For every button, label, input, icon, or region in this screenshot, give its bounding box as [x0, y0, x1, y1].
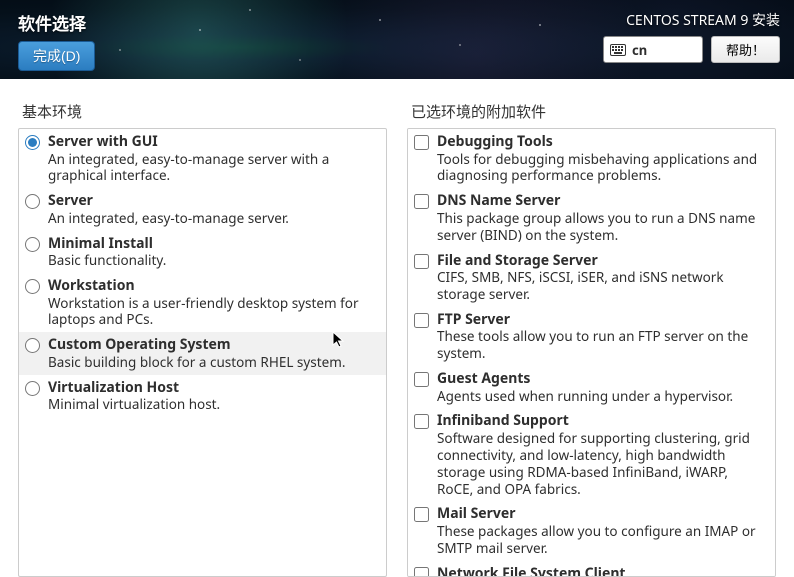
- env-option-desc: An integrated, easy-to-manage server.: [48, 210, 378, 227]
- addon-option[interactable]: DNS Name ServerThis package group allows…: [408, 188, 775, 247]
- addon-option-desc: Tools for debugging misbehaving applicat…: [437, 151, 767, 185]
- env-option-title: Minimal Install: [48, 235, 378, 253]
- keyboard-layout-selector[interactable]: cn: [603, 36, 703, 63]
- addon-option-title: File and Storage Server: [437, 252, 767, 270]
- keyboard-layout-code: cn: [632, 41, 647, 59]
- addon-option-desc: Agents used when running under a hypervi…: [437, 388, 767, 405]
- env-option-title: Server with GUI: [48, 133, 378, 151]
- addon-checkbox[interactable]: [414, 414, 429, 429]
- env-option-desc: Minimal virtualization host.: [48, 396, 378, 413]
- addon-option[interactable]: Infiniband SupportSoftware designed for …: [408, 408, 775, 501]
- header-bar: 软件选择 完成(D) CENTOS STREAM 9 安装 cn 帮助！: [0, 0, 794, 79]
- addon-option-title: Guest Agents: [437, 370, 767, 388]
- env-option[interactable]: Virtualization HostMinimal virtualizatio…: [19, 375, 386, 417]
- addon-option[interactable]: Debugging ToolsTools for debugging misbe…: [408, 129, 775, 188]
- addon-option[interactable]: Mail ServerThese packages allow you to c…: [408, 501, 775, 560]
- addon-checkbox[interactable]: [414, 313, 429, 328]
- env-option-desc: Workstation is a user-friendly desktop s…: [48, 295, 378, 329]
- addons-list[interactable]: Debugging ToolsTools for debugging misbe…: [407, 128, 776, 577]
- help-button[interactable]: 帮助！: [711, 36, 780, 63]
- env-radio[interactable]: [25, 237, 40, 252]
- env-option-desc: Basic building block for a custom RHEL s…: [48, 354, 378, 371]
- addon-checkbox[interactable]: [414, 372, 429, 387]
- done-button[interactable]: 完成(D): [18, 41, 95, 71]
- addon-option-desc: Software designed for supporting cluster…: [437, 430, 767, 498]
- env-option[interactable]: ServerAn integrated, easy-to-manage serv…: [19, 188, 386, 230]
- addon-option[interactable]: Guest AgentsAgents used when running und…: [408, 366, 775, 408]
- addon-option-desc: These tools allow you to run an FTP serv…: [437, 328, 767, 362]
- env-option-desc: An integrated, easy-to-manage server wit…: [48, 151, 378, 185]
- env-option[interactable]: WorkstationWorkstation is a user-friendl…: [19, 273, 386, 332]
- addon-option[interactable]: FTP ServerThese tools allow you to run a…: [408, 307, 775, 366]
- addon-option[interactable]: Network File System ClientEnables the sy…: [408, 561, 775, 577]
- env-radio[interactable]: [25, 381, 40, 396]
- env-option[interactable]: Minimal InstallBasic functionality.: [19, 231, 386, 273]
- addon-option-desc: These packages allow you to configure an…: [437, 523, 767, 557]
- env-radio[interactable]: [25, 135, 40, 150]
- keyboard-icon: [610, 44, 626, 56]
- env-option-title: Virtualization Host: [48, 379, 378, 397]
- env-option-title: Server: [48, 192, 378, 210]
- addon-option-desc: CIFS, SMB, NFS, iSCSI, iSER, and iSNS ne…: [437, 269, 767, 303]
- addon-option[interactable]: File and Storage ServerCIFS, SMB, NFS, i…: [408, 248, 775, 307]
- env-radio[interactable]: [25, 194, 40, 209]
- addon-checkbox[interactable]: [414, 135, 429, 150]
- installer-title: CENTOS STREAM 9 安装: [603, 10, 780, 30]
- addon-option-desc: This package group allows you to run a D…: [437, 210, 767, 244]
- page-title: 软件选择: [18, 10, 95, 35]
- base-env-heading: 基本环境: [18, 101, 387, 122]
- addon-option-title: DNS Name Server: [437, 192, 767, 210]
- addon-option-title: Network File System Client: [437, 565, 767, 577]
- addon-checkbox[interactable]: [414, 254, 429, 269]
- env-option-title: Workstation: [48, 277, 378, 295]
- addons-heading: 已选环境的附加软件: [407, 101, 776, 122]
- addon-option-title: FTP Server: [437, 311, 767, 329]
- addon-checkbox[interactable]: [414, 507, 429, 522]
- addon-option-title: Infiniband Support: [437, 412, 767, 430]
- addon-checkbox[interactable]: [414, 194, 429, 209]
- env-option-desc: Basic functionality.: [48, 252, 378, 269]
- addon-checkbox[interactable]: [414, 567, 429, 577]
- env-radio[interactable]: [25, 279, 40, 294]
- addon-option-title: Debugging Tools: [437, 133, 767, 151]
- env-radio[interactable]: [25, 338, 40, 353]
- env-option[interactable]: Custom Operating SystemBasic building bl…: [19, 332, 386, 374]
- addon-option-title: Mail Server: [437, 505, 767, 523]
- env-option-title: Custom Operating System: [48, 336, 378, 354]
- env-option[interactable]: Server with GUIAn integrated, easy-to-ma…: [19, 129, 386, 188]
- base-env-list[interactable]: Server with GUIAn integrated, easy-to-ma…: [18, 128, 387, 577]
